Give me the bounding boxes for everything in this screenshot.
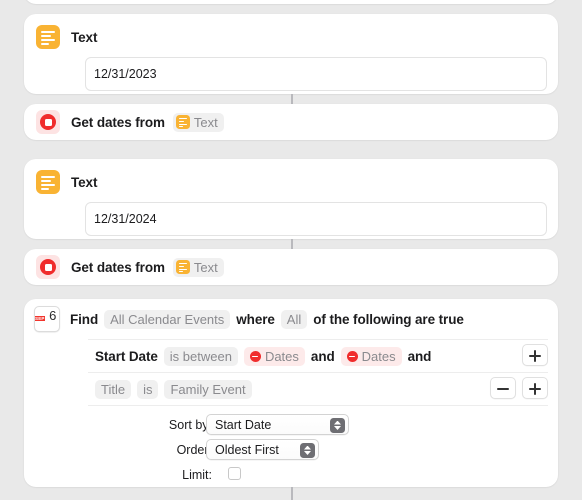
action-title: Get dates from	[71, 259, 165, 275]
action-connector	[291, 239, 293, 249]
filter-value-token[interactable]: Family Event	[164, 379, 252, 399]
order-label: Order:	[176, 443, 212, 457]
dates-variable-icon	[249, 350, 261, 362]
order-popup-button[interactable]: Oldest First	[206, 439, 319, 460]
filter-value-a-token[interactable]: Dates	[243, 346, 305, 366]
add-filter-button-row-2[interactable]	[522, 377, 548, 399]
input-variable-label: Text	[193, 259, 218, 275]
action-header: Get dates from Text	[24, 249, 558, 285]
sort-by-popup-button[interactable]: Start Date	[206, 414, 349, 435]
filter-operator-token[interactable]: is	[137, 379, 159, 399]
calendar-icon-day: 6	[49, 308, 57, 323]
row-divider	[88, 405, 548, 406]
limit-label: Limit:	[182, 468, 212, 482]
action-card-get-dates-2[interactable]: Get dates from Text	[24, 249, 558, 285]
action-header: Text	[24, 159, 558, 195]
filter-value-b-token[interactable]: Dates	[340, 346, 402, 366]
action-card-partial-top[interactable]	[24, 0, 558, 4]
shortcuts-workflow-canvas: Text 12/31/2023 Get dates from Text Text…	[0, 0, 582, 500]
filter-value-b-label: Dates	[361, 348, 396, 364]
action-card-find-calendar-events[interactable]: SEP 6 Find All Calendar Events where All…	[24, 299, 558, 487]
action-header: Text	[24, 14, 558, 50]
find-header-row: SEP 6 Find All Calendar Events where All…	[24, 299, 558, 339]
input-variable-label: Text	[193, 114, 218, 130]
action-title: Text	[71, 174, 98, 190]
find-suffix-label: of the following are true	[313, 311, 464, 327]
action-title: Text	[71, 29, 98, 45]
action-title: Get dates from	[71, 114, 165, 130]
filter-property-label[interactable]: Start Date	[95, 349, 158, 364]
dates-app-icon	[36, 255, 60, 279]
text-input-field[interactable]: 12/31/2023	[85, 57, 547, 91]
add-filter-button-row-1[interactable]	[522, 344, 548, 366]
action-card-text-2[interactable]: Text 12/31/2024	[24, 159, 558, 239]
action-card-text-1[interactable]: Text 12/31/2023	[24, 14, 558, 94]
dates-app-icon	[36, 110, 60, 134]
action-connector	[291, 94, 293, 104]
calendar-icon-month: SEP	[35, 316, 45, 321]
chevron-up-down-icon	[300, 442, 315, 458]
text-app-icon	[36, 25, 60, 49]
filter-operator-token[interactable]: is between	[163, 346, 238, 366]
action-card-get-dates-1[interactable]: Get dates from Text	[24, 104, 558, 140]
filter-conjunction-mid: and	[310, 348, 335, 364]
where-label: where	[236, 311, 275, 327]
find-match-mode-token[interactable]: All	[280, 309, 308, 329]
text-app-icon	[36, 170, 60, 194]
action-connector	[291, 487, 293, 500]
text-app-mini-icon	[175, 115, 190, 129]
find-label: Find	[70, 311, 99, 327]
chevron-up-down-icon	[330, 417, 345, 433]
filter-value-a-label: Dates	[264, 348, 299, 364]
filter-conjunction-end: and	[407, 348, 432, 364]
dates-variable-icon	[346, 350, 358, 362]
calendar-icon: SEP 6	[34, 306, 60, 332]
limit-checkbox[interactable]	[228, 467, 241, 480]
remove-filter-button-row-2[interactable]	[490, 377, 516, 399]
text-app-mini-icon	[175, 260, 190, 274]
input-variable-token[interactable]: Text	[172, 112, 224, 132]
action-header: Get dates from Text	[24, 104, 558, 140]
sort-by-value: Start Date	[215, 417, 272, 432]
text-input-field[interactable]: 12/31/2024	[85, 202, 547, 236]
find-content-type-token[interactable]: All Calendar Events	[104, 309, 231, 329]
input-variable-token[interactable]: Text	[172, 257, 224, 277]
filter-property-token[interactable]: Title	[95, 379, 132, 399]
sort-by-label: Sort by:	[168, 418, 212, 432]
filter-row-title: Title is Family Event	[95, 373, 548, 405]
filter-row-start-date: Start Date is between Dates and Dates an…	[95, 340, 548, 372]
order-value: Oldest First	[215, 442, 279, 457]
